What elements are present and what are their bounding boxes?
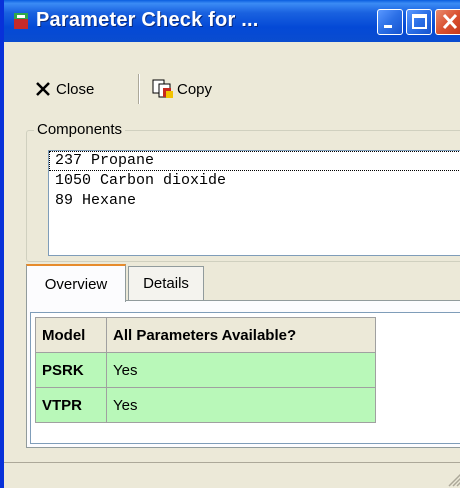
tab-details[interactable]: Details (128, 266, 204, 300)
table-row[interactable]: VTPR Yes (35, 387, 376, 423)
parameter-grid[interactable]: Model All Parameters Available? PSRK Yes… (30, 312, 460, 444)
resize-grip-icon[interactable] (448, 473, 460, 487)
status-bar (4, 462, 460, 488)
close-icon (442, 13, 458, 30)
minimize-icon (384, 25, 392, 28)
model-cell[interactable]: PSRK (35, 352, 107, 388)
components-label: Components (34, 121, 126, 138)
list-item[interactable]: 237 Propane (49, 151, 460, 171)
toolbar-copy-area: Copy (4, 66, 460, 112)
maximize-icon (412, 14, 427, 29)
copy-button[interactable]: Copy (152, 76, 212, 102)
copy-button-label: Copy (177, 80, 213, 98)
title-bar[interactable]: Parameter Check for ... (4, 0, 460, 42)
model-cell[interactable]: VTPR (35, 387, 107, 423)
parameter-table: Model All Parameters Available? PSRK Yes… (35, 317, 376, 423)
list-item[interactable]: 89 Hexane (49, 191, 460, 211)
available-cell[interactable]: Yes (106, 352, 376, 388)
copy-icon (152, 79, 173, 98)
components-list[interactable]: 237 Propane 1050 Carbon dioxide 89 Hexan… (48, 150, 460, 256)
tab-overview[interactable]: Overview (26, 264, 126, 302)
app-window: Parameter Check for ... Close Copy Compo… (0, 0, 460, 488)
table-row[interactable]: PSRK Yes (35, 352, 376, 388)
maximize-button[interactable] (406, 9, 432, 35)
app-icon (14, 13, 28, 29)
column-header-available[interactable]: All Parameters Available? (106, 317, 376, 353)
close-window-button[interactable] (435, 9, 460, 35)
minimize-button[interactable] (377, 9, 403, 35)
column-header-model[interactable]: Model (35, 317, 107, 353)
window-title: Parameter Check for ... (36, 9, 259, 31)
available-cell[interactable]: Yes (106, 387, 376, 423)
list-item[interactable]: 1050 Carbon dioxide (49, 171, 460, 191)
